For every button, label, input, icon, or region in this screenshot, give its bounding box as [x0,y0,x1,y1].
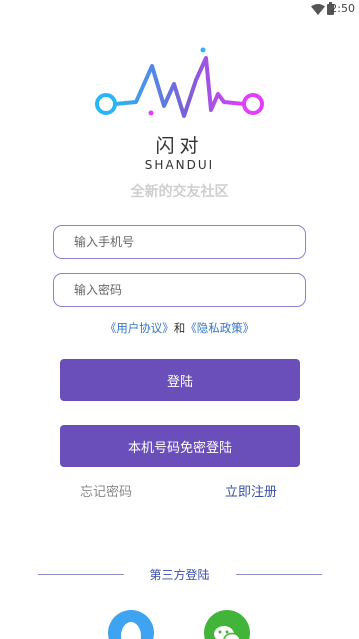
qq-login-button[interactable] [108,610,154,639]
wechat-icon [214,626,241,639]
agreement-and: 和 [173,321,186,335]
qq-icon [121,622,141,639]
password-input[interactable] [53,273,306,307]
tagline: 全新的交友社区 [130,184,229,200]
waveform-logo-icon [95,47,264,118]
brand-name-en: SHANDUI [144,158,215,172]
divider-right [236,574,322,575]
brand-name-cn: 闪对 [155,135,204,157]
agreement-text: 《用户协议》和《隐私政策》 [0,320,359,336]
status-time: 2:50 [330,2,355,15]
login-button[interactable]: 登陆 [60,359,300,401]
register-link[interactable]: 立即注册 [225,481,277,500]
wifi-icon [311,4,325,15]
wechat-login-button[interactable] [204,610,250,639]
quick-login-button[interactable]: 本机号码免密登陆 [60,425,300,467]
forgot-password-link[interactable]: 忘记密码 [80,481,132,500]
status-bar: 2:50 [0,0,359,20]
privacy-policy-link[interactable]: 《隐私政策》 [185,321,254,335]
phone-input[interactable] [53,225,306,259]
user-agreement-link[interactable]: 《用户协议》 [105,321,174,335]
